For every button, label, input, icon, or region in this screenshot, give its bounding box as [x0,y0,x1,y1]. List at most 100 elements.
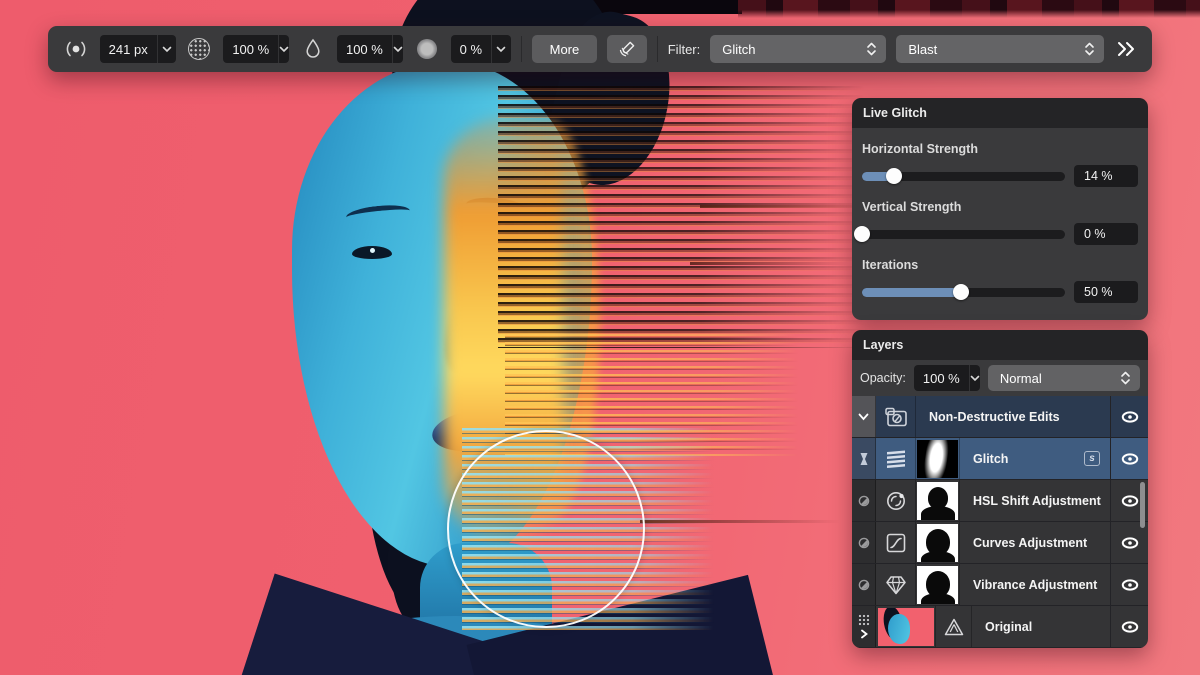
chevron-down-icon[interactable] [392,35,403,63]
more-button[interactable]: More [532,35,598,63]
layer-row-glitch[interactable]: Glitch s [852,438,1148,480]
toolbar-expand-button[interactable] [1114,40,1138,58]
layer-row-original[interactable]: Original [852,606,1148,648]
blend-mode-dropdown[interactable]: Normal [988,365,1140,391]
visibility-toggle[interactable] [1110,438,1148,479]
visibility-toggle[interactable] [1110,606,1148,647]
filter-category-dropdown[interactable]: Glitch [710,35,886,63]
visibility-toggle[interactable] [1110,522,1148,563]
brush-opacity-value: 100 % [223,42,278,57]
brush-cursor-circle [447,430,645,628]
layer-mask-thumbnail[interactable] [916,438,960,479]
layer-row-non-destructive-edits[interactable]: Non-Destructive Edits [852,396,1148,438]
chevron-updown-icon [1084,41,1095,57]
chevron-updown-icon [1120,370,1131,386]
layer-opacity-value: 100 % [914,371,969,386]
layer-mask-thumbnail[interactable] [916,522,960,563]
image-layer-icon [936,606,972,647]
layer-row-curves[interactable]: Curves Adjustment [852,522,1148,564]
slider-thumb[interactable] [854,226,870,242]
layer-gutter[interactable] [852,606,876,647]
hardness-icon [413,35,441,63]
brush-width-field[interactable]: 241 px [100,35,176,63]
horizontal-strength-value[interactable]: 14 % [1074,165,1138,187]
layers-header[interactable]: Layers [852,330,1148,360]
layer-name: Non-Destructive Edits [916,396,1110,437]
hsl-adjustment-icon [876,480,916,521]
live-glitch-header[interactable]: Live Glitch [852,98,1148,128]
slider-thumb[interactable] [886,168,902,184]
opacity-texture-icon [186,35,214,63]
flow-droplet-icon [299,35,327,63]
layer-name: Original [972,606,1110,647]
brush-flow-field[interactable]: 100 % [337,35,403,63]
glitch-streak-top-red [738,0,1200,18]
visibility-toggle[interactable] [1110,564,1148,605]
brush-width-icon [62,35,90,63]
vertical-strength-label: Vertical Strength [862,200,1138,214]
adjustment-marker [852,564,876,605]
app-window: 241 px 100 % 100 % 0 % [0,0,1200,675]
vibrance-adjustment-icon [876,564,916,605]
vertical-strength-slider[interactable] [862,230,1065,239]
blend-mode-value: Normal [1000,371,1042,386]
brush-hardness-value: 0 % [451,42,491,57]
horizontal-strength-slider[interactable] [862,172,1065,181]
live-filter-marker [852,438,876,479]
layer-name: Vibrance Adjustment [960,564,1110,605]
eye-icon [1121,579,1139,591]
horizontal-strength-label: Horizontal Strength [862,142,1138,156]
chevron-down-icon[interactable] [491,35,511,63]
layers-title: Layers [863,338,903,352]
live-filter-layer-icon [876,438,916,479]
live-glitch-panel: Live Glitch Horizontal Strength 14 % Ver… [852,98,1148,320]
brush-hardness-field[interactable]: 0 % [451,35,511,63]
toolbar-divider [521,36,522,62]
eye-icon [1121,411,1139,423]
layer-name: HSL Shift Adjustment [960,480,1110,521]
chevron-down-icon[interactable] [157,35,176,63]
transparency-checker-icon [858,614,870,626]
vertical-strength-value[interactable]: 0 % [1074,223,1138,245]
layer-name: Glitch s [960,438,1110,479]
layer-thumbnail[interactable] [876,606,936,647]
layer-name: Curves Adjustment [960,522,1110,563]
adjustment-marker [852,522,876,563]
group-expander[interactable] [852,396,876,437]
layers-controls: Opacity: 100 % Normal [852,360,1148,396]
layer-mask-thumbnail[interactable] [916,564,960,605]
filter-label: Filter: [668,42,701,57]
opacity-label: Opacity: [860,371,906,385]
glitch-streaks-top [498,86,864,348]
chevron-down-icon[interactable] [969,365,980,391]
slider-thumb[interactable] [953,284,969,300]
filter-type-dropdown[interactable]: Blast [896,35,1104,63]
chevron-right-icon [860,629,868,639]
group-layer-icon [876,396,916,437]
adjustment-marker [852,480,876,521]
eye-glint [370,248,375,253]
iterations-label: Iterations [862,258,1138,272]
layer-row-hsl-shift[interactable]: HSL Shift Adjustment [852,480,1148,522]
hourglass-icon [858,451,870,467]
brush-opacity-field[interactable]: 100 % [223,35,289,63]
live-glitch-title: Live Glitch [863,106,927,120]
double-chevron-right-icon [1114,40,1138,58]
brush-settings-button[interactable] [607,35,647,63]
half-circle-icon [858,495,870,507]
layer-opacity-field[interactable]: 100 % [914,365,980,391]
layer-mask-thumbnail[interactable] [916,480,960,521]
brush-width-value: 241 px [100,42,157,57]
iterations-slider[interactable] [862,288,1065,297]
chevron-updown-icon [866,41,877,57]
iterations-value[interactable]: 50 % [1074,281,1138,303]
brush-toolbar: 241 px 100 % 100 % 0 % [48,26,1152,72]
half-circle-icon [858,537,870,549]
layers-panel: Layers Opacity: 100 % Normal [852,330,1148,648]
layer-row-vibrance[interactable]: Vibrance Adjustment [852,564,1148,606]
layers-scrollbar[interactable] [1140,482,1145,528]
chevron-down-icon[interactable] [278,35,289,63]
curves-adjustment-icon [876,522,916,563]
visibility-toggle[interactable] [1110,396,1148,437]
live-glitch-body: Horizontal Strength 14 % Vertical Streng… [852,128,1148,320]
